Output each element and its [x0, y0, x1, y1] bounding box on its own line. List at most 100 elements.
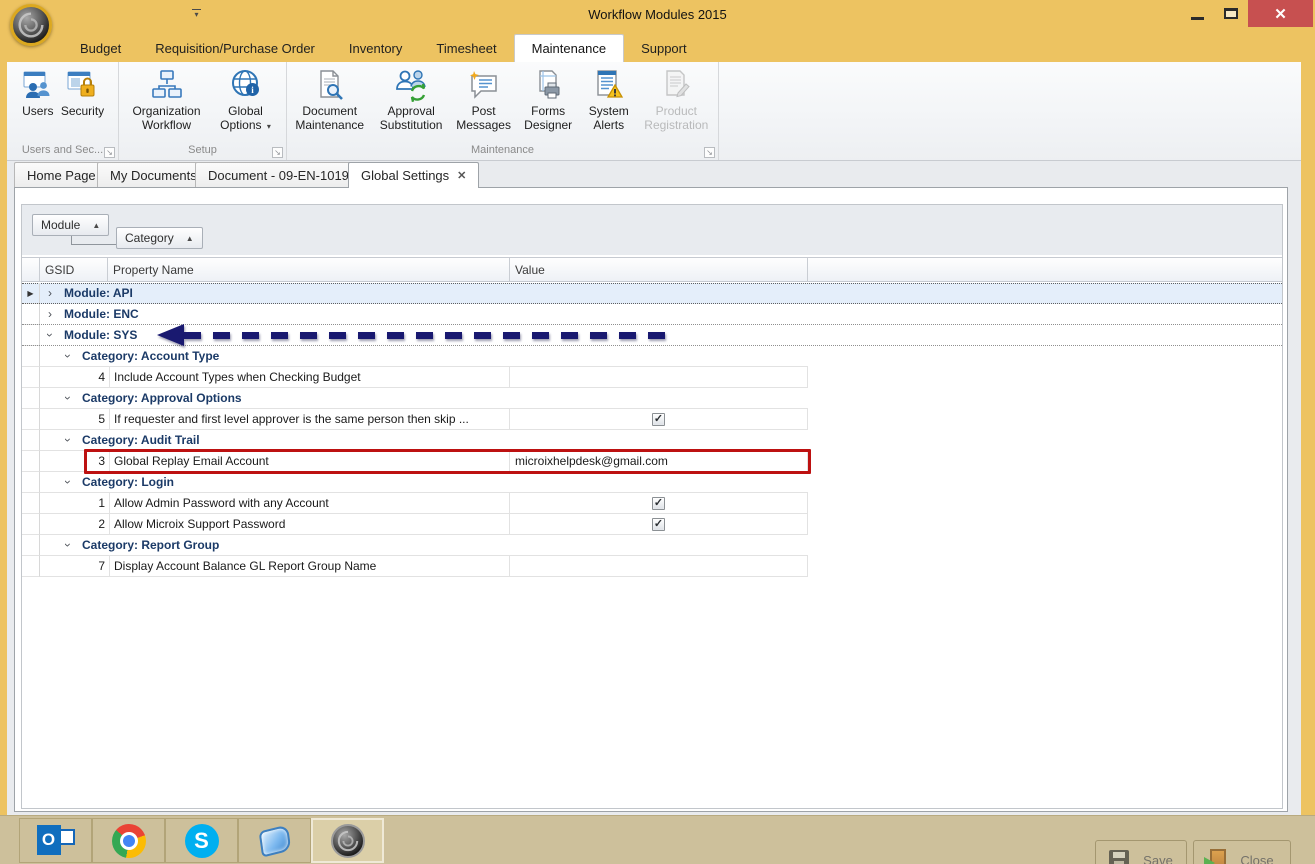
value-cell[interactable]: ✓ [510, 493, 808, 514]
global-options-button[interactable]: i Global Options ▾ [210, 64, 282, 134]
forms-designer-button[interactable]: Forms Designer [515, 64, 581, 132]
grid-row-category[interactable]: ›Category: Approval Options [22, 388, 1282, 409]
ribbon-group-label: Users and Sec... [7, 143, 118, 159]
approval-substitution-button[interactable]: Approval Substitution [370, 64, 451, 132]
gsid-cell: 7 [82, 556, 110, 577]
save-button[interactable]: Save [1095, 840, 1187, 864]
ribbon-tab-requisition-purchase-order[interactable]: Requisition/Purchase Order [138, 34, 332, 62]
client-area: Home Page My Documents Document - 09-EN-… [7, 161, 1301, 815]
value-cell[interactable]: ✓ [510, 409, 808, 430]
checkbox-checked-icon[interactable]: ✓ [652, 518, 665, 531]
property-name-cell: Display Account Balance GL Report Group … [110, 556, 510, 577]
collapse-icon[interactable]: › [61, 354, 75, 358]
system-alerts-button[interactable]: System Alerts [581, 64, 637, 132]
annotation-arrow-dashes [184, 332, 668, 339]
grid-row-category[interactable]: ›Category: Report Group [22, 535, 1282, 556]
sort-asc-icon[interactable]: ▲ [186, 234, 194, 243]
close-button[interactable]: ✕ [1248, 0, 1313, 27]
door-exit-icon [1210, 849, 1226, 864]
outlook-icon: O [37, 825, 75, 857]
product-registration-button: Product Registration [637, 64, 716, 132]
group-row-label: Category: Login [82, 472, 174, 493]
taskbar-skype-button[interactable]: S [165, 818, 238, 863]
grid-row-property[interactable]: 1Allow Admin Password with any Account✓ [22, 493, 1282, 514]
property-name-cell: If requester and first level approver is… [110, 409, 510, 430]
post-messages-button[interactable]: Post Messages [452, 64, 516, 132]
close-form-button[interactable]: Close [1193, 840, 1291, 864]
collapse-icon[interactable]: › [61, 438, 75, 442]
row-indicator: ▶ [22, 283, 40, 304]
row-indicator [22, 367, 40, 388]
ribbon: Users Security Users and Sec... ↘ [7, 62, 1301, 161]
taskbar-blue-glass-app-button[interactable] [238, 818, 311, 863]
value-cell[interactable]: microixhelpdesk@gmail.com [510, 451, 808, 472]
doc-tab-document-09-en-1019[interactable]: Document - 09-EN-1019 [195, 162, 362, 187]
value-cell[interactable] [510, 556, 808, 577]
ribbon-tab-support[interactable]: Support [624, 34, 704, 62]
security-button[interactable]: Security [58, 64, 107, 118]
grid-row-property[interactable]: 7Display Account Balance GL Report Group… [22, 556, 1282, 577]
doc-tab-home-page[interactable]: Home Page [14, 162, 109, 187]
ribbon-tab-budget[interactable]: Budget [63, 34, 138, 62]
ribbon-tab-maintenance[interactable]: Maintenance [514, 34, 624, 62]
dialog-launcher-icon[interactable]: ↘ [272, 147, 283, 158]
grid-row-property[interactable]: 2Allow Microix Support Password✓ [22, 514, 1282, 535]
settings-grid: Module ▲ Category ▲ GSID Property Name V… [21, 204, 1283, 809]
row-indicator [22, 556, 40, 577]
grid-row-category[interactable]: › Category: Login [22, 472, 1282, 493]
expand-icon[interactable]: › [48, 286, 52, 300]
sort-asc-icon[interactable]: ▲ [92, 221, 100, 230]
header-gsid[interactable]: GSID [40, 258, 108, 282]
property-name-cell: Allow Microix Support Password [110, 514, 510, 535]
ribbon-tab-timesheet[interactable]: Timesheet [419, 34, 513, 62]
document-maintenance-button[interactable]: Document Maintenance [289, 64, 370, 132]
collapse-icon[interactable]: › [61, 543, 75, 547]
row-indicator [22, 430, 40, 451]
grid-row-property[interactable]: 3Global Replay Email Accountmicroixhelpd… [22, 451, 1282, 472]
tab-close-icon[interactable]: ✕ [457, 169, 466, 182]
group-row-label: Category: Audit Trail [82, 430, 200, 451]
maximize-button[interactable] [1214, 0, 1248, 27]
header-value[interactable]: Value [510, 258, 808, 282]
header-property-name[interactable]: Property Name [108, 258, 510, 282]
taskbar-outlook-button[interactable]: O [19, 818, 92, 863]
doc-tab-global-settings[interactable]: Global Settings ✕ [348, 162, 479, 188]
checkbox-checked-icon[interactable]: ✓ [652, 413, 665, 426]
organization-workflow-button[interactable]: Organization Workflow [124, 64, 210, 132]
minimize-button[interactable] [1180, 0, 1214, 27]
header-indicator [22, 258, 40, 282]
users-button[interactable]: Users [18, 64, 58, 118]
row-indicator [22, 346, 40, 367]
dialog-launcher-icon[interactable]: ↘ [704, 147, 715, 158]
grid-row-module[interactable]: ›Module: SYS [22, 325, 1282, 346]
ribbon-group-users-and-security: Users Security Users and Sec... ↘ [7, 62, 119, 160]
group-by-module[interactable]: Module ▲ [32, 214, 109, 236]
post-messages-icon [467, 68, 501, 102]
grid-row-property[interactable]: 5If requester and first level approver i… [22, 409, 1282, 430]
group-by-category[interactable]: Category ▲ [116, 227, 203, 249]
dialog-launcher-icon[interactable]: ↘ [104, 147, 115, 158]
collapse-icon[interactable]: › [43, 333, 57, 337]
value-cell[interactable]: ✓ [510, 514, 808, 535]
collapse-icon[interactable]: › [61, 480, 75, 484]
expand-icon[interactable]: › [48, 307, 52, 321]
grid-row-category[interactable]: ›Category: Account Type [22, 346, 1282, 367]
taskbar-chrome-button[interactable] [92, 818, 165, 863]
grid-row-module[interactable]: ›Module: ENC [22, 304, 1282, 325]
group-by-panel[interactable]: Module ▲ Category ▲ [22, 205, 1282, 255]
row-indicator [22, 388, 40, 409]
value-cell[interactable] [510, 367, 808, 388]
group-row-label: Module: API [64, 283, 133, 304]
doc-tab-my-documents[interactable]: My Documents [97, 162, 210, 187]
collapse-icon[interactable]: › [61, 396, 75, 400]
ribbon-tab-inventory[interactable]: Inventory [332, 34, 419, 62]
ribbon-group-label: Setup [119, 143, 286, 159]
grid-row-module[interactable]: ▶ › Module: API [22, 283, 1282, 304]
grid-row-property[interactable]: 4Include Account Types when Checking Bud… [22, 367, 1282, 388]
grid-row-category[interactable]: › Category: Audit Trail [22, 430, 1282, 451]
checkbox-checked-icon[interactable]: ✓ [652, 497, 665, 510]
property-name-cell: Global Replay Email Account [110, 451, 510, 472]
row-indicator [22, 304, 40, 325]
app-logo-icon[interactable] [10, 4, 52, 46]
taskbar-microix-button[interactable] [311, 818, 384, 863]
